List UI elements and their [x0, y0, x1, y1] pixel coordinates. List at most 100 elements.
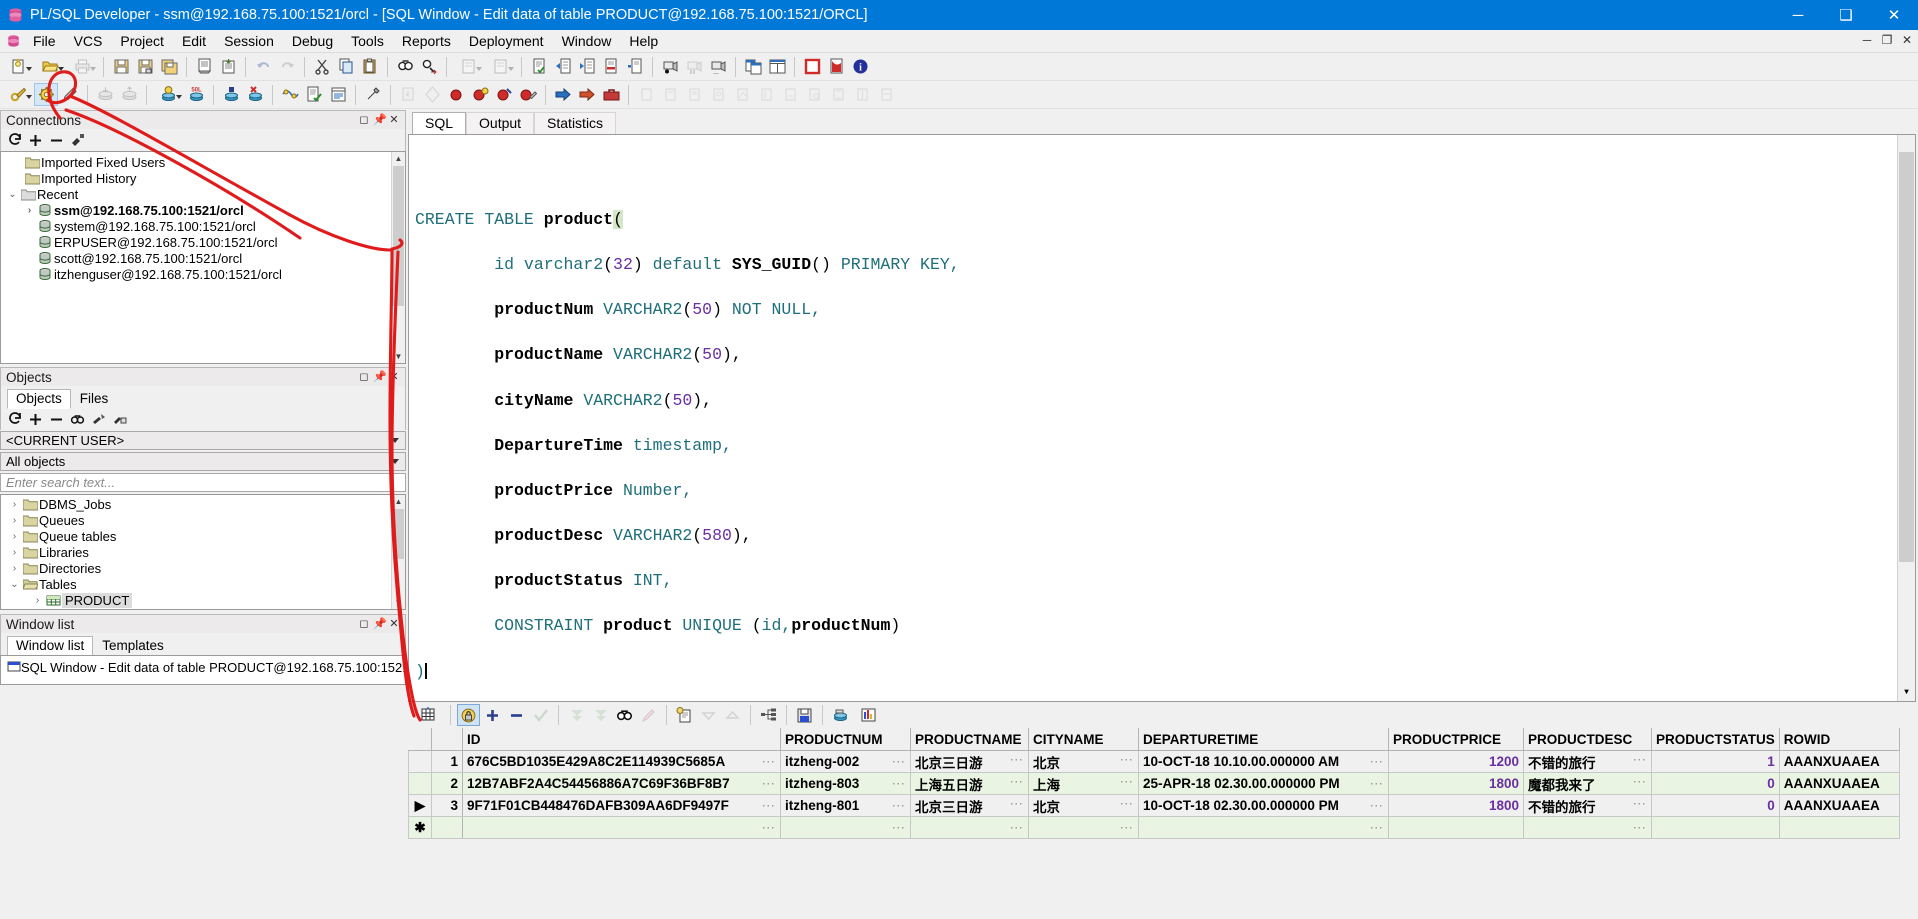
copy-to-clipboard-button[interactable]: [673, 704, 696, 726]
cell-productprice[interactable]: 1800: [1388, 772, 1524, 795]
cell-productnum[interactable]: ⋯ itzheng-002: [780, 750, 911, 773]
fetch-last-page-button[interactable]: [589, 704, 612, 726]
fetch-all-button[interactable]: 50L: [184, 83, 208, 106]
sql-editor[interactable]: CREATE TABLE product( id varchar2(32) de…: [408, 134, 1916, 702]
table-row-new[interactable]: ✱ ⋯ ⋯ ⋯ ⋯ ⋯ ⋯: [408, 816, 1900, 839]
commit-button[interactable]: [93, 83, 117, 106]
sort-ascending-button[interactable]: [721, 704, 744, 726]
connections-scrollbar[interactable]: ▲ ▼: [391, 152, 405, 363]
objects-add-icon[interactable]: [26, 410, 45, 428]
tree-item-connection-scott[interactable]: scott@192.168.75.100:1521/orcl: [1, 250, 389, 266]
pause-macro-button[interactable]: [682, 55, 706, 78]
view-as-tree-button[interactable]: [757, 704, 780, 726]
mdi-maximize-button[interactable]: ❐: [1878, 31, 1896, 49]
table-row[interactable]: 2 ⋯ 12B7ABF2A4C54456886A7C69F36BF8B7 ⋯ itz…: [408, 772, 1900, 795]
outdent-button[interactable]: [575, 55, 599, 78]
scroll-down-icon[interactable]: ▼: [392, 350, 405, 363]
tree-item-queues[interactable]: › Queues: [1, 512, 389, 528]
copy-button[interactable]: [334, 55, 358, 78]
objects-search-input[interactable]: Enter search text...: [0, 473, 406, 492]
run-to-cursor-button[interactable]: [575, 83, 599, 106]
cell-productprice[interactable]: 1800: [1388, 794, 1524, 817]
tree-item-libraries[interactable]: › Libraries: [1, 544, 389, 560]
open-button[interactable]: [34, 55, 66, 78]
type-filter-dropdown[interactable]: All objects: [0, 452, 406, 471]
tab-files[interactable]: Files: [71, 389, 118, 408]
step-over-button[interactable]: [420, 83, 444, 106]
menu-session[interactable]: Session: [215, 31, 283, 51]
kill-session-button[interactable]: [243, 83, 267, 106]
minimize-button[interactable]: ─: [1774, 0, 1822, 30]
chevron-right-icon[interactable]: ›: [8, 563, 21, 574]
connections-restore-icon[interactable]: ◻: [358, 114, 370, 126]
explain-plan-button[interactable]: [278, 83, 302, 106]
objects-remove-icon[interactable]: [47, 410, 66, 428]
row-marker[interactable]: [408, 750, 432, 773]
menu-reports[interactable]: Reports: [393, 31, 460, 51]
cell-productdesc[interactable]: ⋯ 不错的旅行: [1523, 794, 1652, 817]
tab-output[interactable]: Output: [466, 112, 535, 134]
template-2-button[interactable]: [658, 83, 682, 106]
windowlist-restore-icon[interactable]: ◻: [358, 618, 370, 630]
cell-rowid[interactable]: [1778, 816, 1900, 839]
breakpoint-remove-button[interactable]: [492, 83, 516, 106]
step-forward-button[interactable]: [551, 83, 575, 106]
table-row[interactable]: ▶ 3 ⋯ 9F71F01CB448476DAFB309AA6DF9497F ⋯ i…: [408, 794, 1900, 817]
editor-vertical-scrollbar[interactable]: ▲ ▼: [1897, 135, 1915, 701]
cell-productstatus[interactable]: 0: [1651, 772, 1780, 795]
find-next-button[interactable]: [417, 55, 441, 78]
record-macro-button[interactable]: [658, 55, 682, 78]
cascade-windows-button[interactable]: [765, 55, 789, 78]
paste-button[interactable]: [358, 55, 382, 78]
query-data-button[interactable]: [829, 704, 852, 726]
objects-restore-icon[interactable]: ◻: [358, 371, 370, 383]
step-into-button[interactable]: [396, 83, 420, 106]
next-window-button[interactable]: [484, 55, 516, 78]
tab-templates[interactable]: Templates: [93, 636, 173, 655]
cell-cityname[interactable]: ⋯: [1028, 816, 1139, 839]
find-objects-button[interactable]: [2, 83, 34, 106]
find-button[interactable]: [393, 55, 417, 78]
tree-item-connection-erpuser[interactable]: ERPUSER@192.168.75.100:1521/orcl: [1, 234, 389, 250]
cell-departuretime[interactable]: ⋯ 10-OCT-18 10.10.00.000000 AM: [1138, 750, 1389, 773]
chevron-down-icon[interactable]: [391, 459, 399, 464]
col-header-productprice[interactable]: PRODUCTPRICE: [1388, 728, 1524, 751]
list-item[interactable]: SQL Window - Edit data of table PRODUCT@…: [1, 659, 405, 675]
chevron-right-icon[interactable]: ›: [8, 531, 21, 542]
cell-productnum[interactable]: ⋯ itzheng-801: [780, 794, 911, 817]
tile-windows-button[interactable]: [741, 55, 765, 78]
objects-copy-icon[interactable]: [110, 410, 129, 428]
windowlist-close-icon[interactable]: ✕: [388, 618, 400, 630]
tab-objects[interactable]: Objects: [7, 389, 71, 409]
sort-descending-button[interactable]: [697, 704, 720, 726]
cell-productname[interactable]: ⋯ 上海五日游: [910, 772, 1029, 795]
save-as-button[interactable]: [133, 55, 157, 78]
macro-list-button[interactable]: ...: [706, 55, 730, 78]
col-header-cityname[interactable]: CITYNAME: [1028, 728, 1139, 751]
cell-rowid[interactable]: AAANXUAAEA: [1778, 750, 1900, 773]
session-browser-button[interactable]: [326, 83, 350, 106]
template-1-button[interactable]: [634, 83, 658, 106]
save-button[interactable]: [109, 55, 133, 78]
template-6-button[interactable]: [754, 83, 778, 106]
syntax-check-button[interactable]: [527, 55, 551, 78]
new-row-marker[interactable]: ✱: [408, 816, 432, 839]
cell-id[interactable]: ⋯: [462, 816, 781, 839]
cell-productstatus[interactable]: [1651, 816, 1780, 839]
print-button[interactable]: [66, 55, 98, 78]
tree-item-connection-ssm[interactable]: › ssm@192.168.75.100:1521/orcl: [1, 202, 389, 218]
tree-item-recent[interactable]: ⌄ Recent: [1, 186, 389, 202]
cell-rowid[interactable]: AAANXUAAEA: [1778, 794, 1900, 817]
template-10-button[interactable]: [850, 83, 874, 106]
cell-productdesc[interactable]: ⋯: [1523, 816, 1652, 839]
chevron-right-icon[interactable]: ›: [8, 547, 21, 558]
result-grid[interactable]: ID PRODUCTNUM PRODUCTNAME CITYNAME DEPAR…: [408, 728, 1916, 839]
col-header-id[interactable]: ID: [462, 728, 781, 751]
windowlist-content[interactable]: SQL Window - Edit data of table PRODUCT@…: [0, 655, 406, 685]
edit-tool-button[interactable]: [58, 83, 82, 106]
menu-vcs[interactable]: VCS: [65, 31, 112, 51]
save-script-button[interactable]: [216, 55, 240, 78]
breakpoint-clear-button[interactable]: [516, 83, 540, 106]
tree-item-directories[interactable]: › Directories: [1, 560, 389, 576]
menu-help[interactable]: Help: [620, 31, 667, 51]
